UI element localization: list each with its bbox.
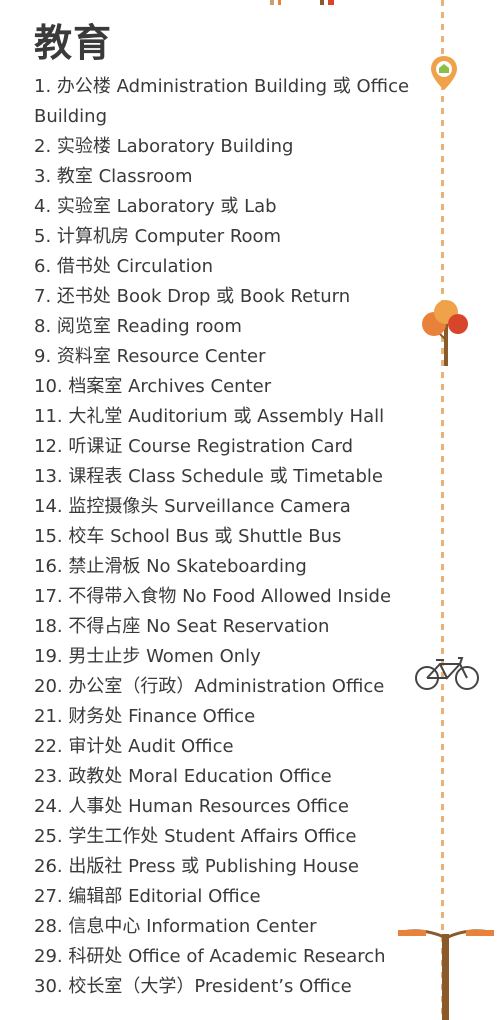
list-item: 30. 校长室（大学）President’s Office (34, 976, 352, 997)
location-pin-icon (431, 56, 457, 90)
list-item: 27. 编辑部 Editorial Office (34, 886, 261, 907)
list-item: 7. 还书处 Book Drop 或 Book Return (34, 286, 351, 307)
list-item: 25. 学生工作处 Student Affairs Office (34, 826, 357, 847)
list-item: 2. 实验楼 Laboratory Building (34, 136, 294, 157)
list-item: 15. 校车 School Bus 或 Shuttle Bus (34, 526, 342, 547)
top-decor-icon (270, 0, 334, 5)
list-item: 29. 科研处 Office of Academic Research (34, 946, 386, 967)
list-item: 16. 禁止滑板 No Skateboarding (34, 556, 307, 577)
page: 教育 1. 办公楼 Administration Building 或 Offi… (0, 0, 499, 1020)
vocabulary-list: 1. 办公楼 Administration Building 或 Office … (34, 72, 414, 1002)
tree-icon (422, 300, 468, 366)
list-item: 26. 出版社 Press 或 Publishing House (34, 856, 360, 877)
list-item: 8. 阅览室 Reading room (34, 316, 242, 337)
list-item: 28. 信息中心 Information Center (34, 916, 317, 937)
list-item: 24. 人事处 Human Resources Office (34, 796, 349, 817)
bicycle-icon (415, 657, 479, 690)
list-item: 12. 听课证 Course Registration Card (34, 436, 354, 457)
list-item: 9. 资料室 Resource Center (34, 346, 266, 367)
list-item: 10. 档案室 Archives Center (34, 376, 272, 397)
list-item: 14. 监控摄像头 Surveillance Camera (34, 496, 351, 517)
list-item: 6. 借书处 Circulation (34, 256, 214, 277)
list-item: 22. 审计处 Audit Office (34, 736, 234, 757)
list-item: 1. 办公楼 Administration Building 或 Office … (34, 76, 410, 127)
list-item: 23. 政教处 Moral Education Office (34, 766, 332, 787)
page-title: 教育 (34, 21, 113, 65)
list-item: 4. 实验室 Laboratory 或 Lab (34, 196, 277, 217)
list-item: 21. 财务处 Finance Office (34, 706, 256, 727)
list-item: 20. 办公室（行政）Administration Office (34, 676, 385, 697)
list-item: 19. 男士止步 Women Only (34, 646, 261, 667)
list-item: 13. 课程表 Class Schedule 或 Timetable (34, 466, 383, 487)
list-item: 18. 不得占座 No Seat Reservation (34, 616, 330, 637)
list-item: 3. 教室 Classroom (34, 166, 193, 187)
list-item: 11. 大礼堂 Auditorium 或 Assembly Hall (34, 406, 385, 427)
list-item: 17. 不得带入食物 No Food Allowed Inside (34, 586, 392, 607)
list-item: 5. 计算机房 Computer Room (34, 226, 282, 247)
dashed-road-line (441, 0, 444, 1020)
